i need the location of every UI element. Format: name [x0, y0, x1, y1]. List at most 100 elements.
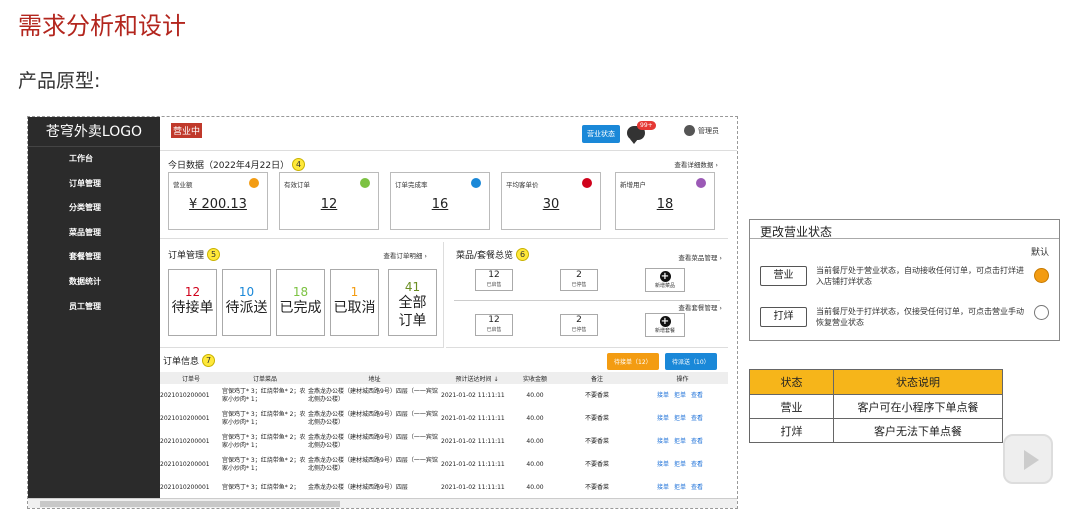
accept-link[interactable]: 接单 — [657, 484, 669, 491]
status-name: 打烊 — [749, 418, 834, 443]
kpi-label: 营业额 — [173, 181, 193, 189]
dishes-title-text: 菜品/套餐总览 — [456, 251, 514, 261]
change-status-dialog: 更改营业状态 默认 营业 当前餐厅处于营业状态，自动接收任何订单，可点击打烊进入… — [749, 219, 1060, 341]
view-link[interactable]: 查看 — [691, 438, 703, 445]
order-actions: 接单 拒单 查看 — [637, 430, 728, 453]
reject-link[interactable]: 拒单 — [674, 484, 686, 491]
dish-count: 2 — [576, 270, 582, 280]
accept-link[interactable]: 接单 — [657, 461, 669, 468]
kpi-valid-orders: 有效订单 12 — [279, 172, 379, 230]
combo-label: 已启售 — [486, 327, 502, 333]
sidebar-item-categories[interactable]: 分类管理 — [28, 196, 160, 221]
order-amount: 40.00 — [526, 414, 544, 422]
accept-link[interactable]: 接单 — [657, 438, 669, 445]
prototype-mockup: 苍穹外卖LOGO 工作台 订单管理 分类管理 菜品管理 套餐管理 数据统计 员工… — [27, 116, 738, 509]
pending-orders-button[interactable]: 待接单（12） — [607, 353, 659, 370]
view-combo-management-link[interactable]: 查看套餐管理 › — [678, 302, 722, 312]
add-combo-button[interactable]: + 新增套餐 — [645, 313, 685, 337]
order-actions: 接单 拒单 查看 — [637, 453, 728, 476]
order-id: 2021010200001 — [160, 437, 210, 445]
view-link[interactable]: 查看 — [691, 484, 703, 491]
play-icon[interactable] — [1003, 434, 1053, 484]
sidebar-item-combos[interactable]: 套餐管理 — [28, 245, 160, 270]
accept-link[interactable]: 接单 — [657, 392, 669, 399]
orders-title: 订单管理 5 — [168, 248, 221, 261]
add-dish-button[interactable]: + 新增菜品 — [645, 268, 685, 292]
slide-subtitle: 产品原型: — [18, 70, 101, 92]
order-amount: 40.00 — [526, 483, 544, 491]
combo-off-sale[interactable]: 2 已停售 — [560, 314, 598, 336]
reject-link[interactable]: 拒单 — [674, 461, 686, 468]
order-time: 2021-01-02 11:11:11 — [441, 414, 505, 422]
view-dish-management-link[interactable]: 查看菜品管理 › — [678, 252, 722, 262]
col-header: 订单菜品 — [222, 372, 308, 384]
kpi-label: 新增用户 — [620, 181, 646, 189]
combo-count: 12 — [488, 315, 500, 325]
marker-7: 7 — [202, 354, 216, 367]
order-box-to-deliver[interactable]: 10 待派送 — [222, 269, 271, 336]
reject-link[interactable]: 拒单 — [674, 392, 686, 399]
sidebar-item-dishes[interactable]: 菜品管理 — [28, 221, 160, 246]
open-radio[interactable] — [1034, 268, 1049, 283]
sidebar-item-workbench[interactable]: 工作台 — [28, 147, 160, 172]
view-link[interactable]: 查看 — [691, 461, 703, 468]
horizontal-scrollbar[interactable] — [28, 498, 737, 508]
order-icon — [360, 178, 370, 188]
order-count: 1 — [350, 285, 359, 299]
marker-5: 5 — [207, 248, 221, 261]
kpi-value: 16 — [431, 197, 449, 212]
order-dishes: 宫保鸡丁* 3；红烧带鱼* 2； — [222, 483, 300, 491]
add-combo-label: 新增套餐 — [654, 328, 675, 334]
close-radio[interactable] — [1034, 305, 1049, 320]
view-order-detail-link[interactable]: 查看订单明细 › — [383, 250, 427, 260]
view-link[interactable]: 查看 — [691, 415, 703, 422]
to-deliver-button[interactable]: 待派送（10） — [665, 353, 717, 370]
order-dishes: 宫保鸡丁* 3；红烧带鱼* 2；农家小炒肉* 1； — [222, 456, 306, 472]
col-header: 地址 — [308, 372, 441, 384]
dish-label: 已启售 — [486, 282, 502, 288]
combo-label: 已停售 — [571, 327, 587, 333]
dish-on-sale[interactable]: 12 已启售 — [475, 269, 513, 291]
order-count: 12 — [184, 285, 201, 299]
view-detail-data-link[interactable]: 查看详细数据 › — [674, 159, 718, 169]
view-dish-management-text: 查看菜品管理 — [678, 254, 718, 262]
open-business-button[interactable]: 营业 — [760, 266, 807, 286]
order-amount: 40.00 — [526, 437, 544, 445]
sidebar-item-orders[interactable]: 订单管理 — [28, 172, 160, 197]
order-id: 2021010200001 — [160, 414, 210, 422]
close-business-button[interactable]: 打烊 — [760, 307, 807, 327]
admin-menu[interactable]: 管理员 — [684, 125, 719, 136]
view-order-detail-text: 查看订单明细 — [383, 252, 423, 260]
accept-link[interactable]: 接单 — [657, 415, 669, 422]
order-note: 不要香菜 — [584, 483, 609, 491]
order-time: 2021-01-02 11:11:11 — [441, 460, 505, 468]
message-count-badge: 99+ — [637, 121, 656, 130]
order-dishes: 宫保鸡丁* 3；红烧带鱼* 2；农家小炒肉* 1； — [222, 387, 306, 403]
order-id: 2021010200001 — [160, 391, 210, 399]
combo-count: 2 — [576, 315, 582, 325]
sidebar-item-employees[interactable]: 员工管理 — [28, 295, 160, 320]
table-row: 2021010200001 宫保鸡丁* 3；红烧带鱼* 2；农家小炒肉* 1； … — [160, 430, 728, 453]
order-note: 不要香菜 — [584, 391, 609, 399]
avatar — [684, 125, 695, 136]
dish-count: 12 — [488, 270, 500, 280]
order-actions: 接单 拒单 查看 — [637, 476, 728, 499]
sidebar-item-statistics[interactable]: 数据统计 — [28, 270, 160, 295]
reject-link[interactable]: 拒单 — [674, 415, 686, 422]
view-link[interactable]: 查看 — [691, 392, 703, 399]
business-status-button[interactable]: 营业状态 — [582, 125, 620, 143]
order-box-all[interactable]: 41 全部订单 — [388, 269, 437, 336]
order-box-cancelled[interactable]: 1 已取消 — [330, 269, 379, 336]
dish-off-sale[interactable]: 2 已停售 — [560, 269, 598, 291]
order-box-pending[interactable]: 12 待接单 — [168, 269, 217, 336]
today-title: 今日数据（2022年4月22日） 4 — [168, 158, 306, 171]
combo-on-sale[interactable]: 12 已启售 — [475, 314, 513, 336]
reject-link[interactable]: 拒单 — [674, 438, 686, 445]
order-label: 待派送 — [225, 300, 268, 316]
order-dishes: 宫保鸡丁* 3；红烧带鱼* 2；农家小炒肉* 1； — [222, 433, 306, 449]
scrollbar-thumb[interactable] — [40, 501, 340, 507]
table-row: 打烊 客户无法下单点餐 — [749, 418, 1003, 443]
order-box-completed[interactable]: 18 已完成 — [276, 269, 325, 336]
col-header[interactable]: 预计送达时间 ↓ — [441, 372, 513, 384]
today-title-text: 今日数据（2022年4月22日） — [168, 161, 290, 171]
